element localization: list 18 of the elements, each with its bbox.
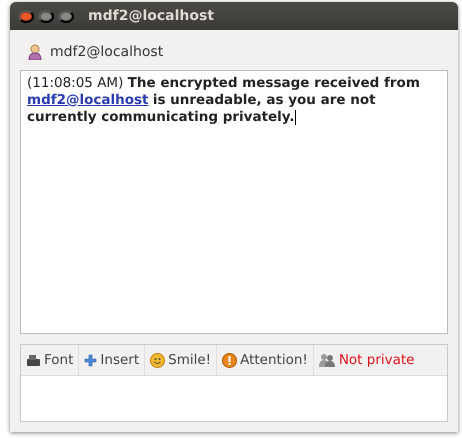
plus-icon <box>84 354 98 366</box>
toolbar-button[interactable]: Insert <box>79 345 146 375</box>
smiley-icon <box>150 352 166 368</box>
minimize-button[interactable] <box>38 10 54 22</box>
close-button[interactable] <box>18 10 34 22</box>
maximize-button[interactable] <box>58 10 74 22</box>
people-icon <box>318 353 336 367</box>
chat-message: (11:08:05 AM) The encrypted message received from mdf2@localhost is unreadable, as you are not currently communicating privately. <box>27 75 421 126</box>
contact-name: mdf2@localhost <box>50 44 164 60</box>
toolbar-button[interactable]: Attention! <box>217 345 314 375</box>
window-title: mdf2@localhost <box>88 8 214 24</box>
user-icon <box>28 44 42 60</box>
font-icon <box>26 354 41 366</box>
contact-link[interactable]: mdf2@localhost <box>27 92 149 108</box>
toolbar-button[interactable]: Font <box>21 345 80 375</box>
toolbar-button[interactable]: Not private <box>314 345 420 375</box>
toolbar-button[interactable]: Smile! <box>145 345 218 375</box>
warning-icon <box>222 352 238 368</box>
